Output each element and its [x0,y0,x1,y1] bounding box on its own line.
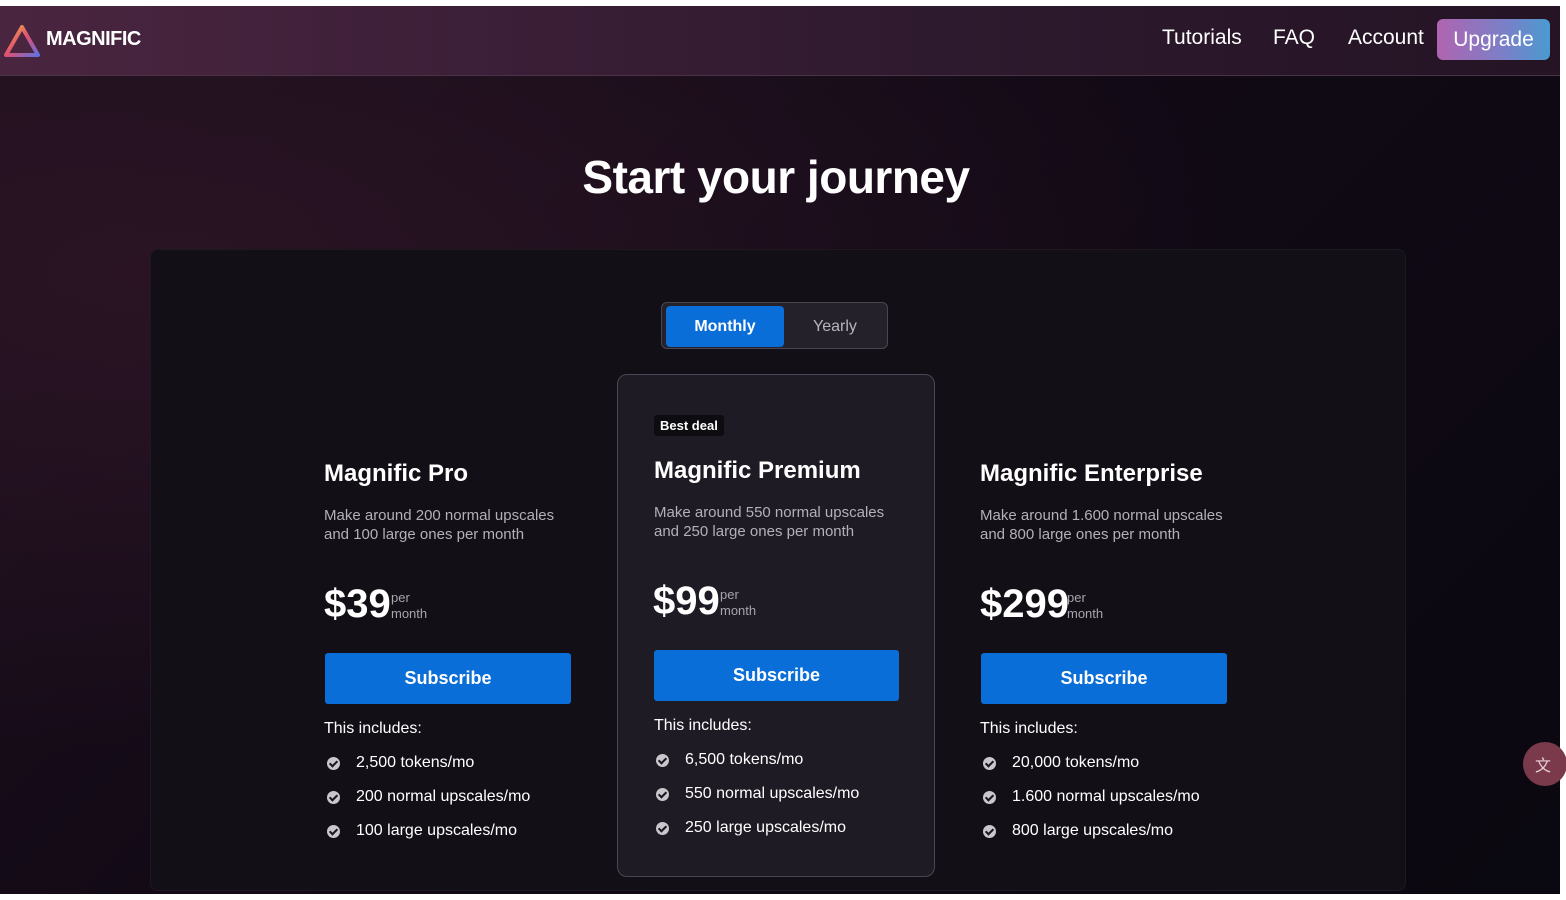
plan-description: Make around 200 normal upscales and 100 … [324,507,555,543]
check-circle-icon [656,787,669,801]
feature-item: 6,500 tokens/mo [656,751,803,769]
plan-description: Make around 1.600 normal upscales and 80… [980,507,1223,543]
check-circle-icon [656,753,669,767]
feature-item: 20,000 tokens/mo [983,754,1139,772]
plan-name: Magnific Enterprise [980,460,1203,487]
feature-item: 550 normal upscales/mo [656,785,859,803]
feature-text: 200 normal upscales/mo [356,788,531,805]
check-circle-icon [983,790,996,804]
feature-item: 1.600 normal upscales/mo [983,788,1200,806]
plan-price: $299 [980,582,1069,626]
nav-link-account[interactable]: Account [1348,26,1424,50]
feature-text: 1.600 normal upscales/mo [1012,788,1200,805]
plan-description: Make around 550 normal upscales and 250 … [654,504,885,540]
subscribe-button-pro[interactable]: Subscribe [325,653,571,704]
plan-card-premium: Best deal Magnific Premium Make around 5… [617,374,935,877]
toggle-option-monthly[interactable]: Monthly [666,306,784,347]
price-period-per: per [391,590,410,605]
feature-text: 20,000 tokens/mo [1012,754,1140,771]
check-circle-icon [983,824,996,838]
price-period-per: per [1067,590,1086,605]
feature-text: 800 large upscales/mo [1012,822,1173,839]
top-navbar: MAGNIFIC Tutorials FAQ Account Upgrade [0,6,1560,76]
plan-name: Magnific Premium [654,457,861,484]
magnific-logo-icon[interactable] [4,25,40,57]
feature-text: 2,500 tokens/mo [356,754,475,771]
check-circle-icon [983,756,996,770]
check-circle-icon [656,821,669,835]
subscribe-button-enterprise[interactable]: Subscribe [981,653,1227,704]
plan-price: $39 [324,582,391,626]
upgrade-button[interactable]: Upgrade [1437,19,1550,60]
feature-item: 800 large upscales/mo [983,822,1173,840]
includes-label: This includes: [324,720,422,737]
billing-period-toggle: Monthly Yearly [661,302,888,349]
feature-text: 100 large upscales/mo [356,822,517,839]
plan-price: $99 [653,579,720,623]
feature-text: 550 normal upscales/mo [685,785,860,802]
check-circle-icon [327,756,340,770]
feature-item: 250 large upscales/mo [656,819,846,837]
plan-card-pro: Magnific Pro Make around 200 normal upsc… [324,456,584,846]
plan-card-enterprise: Magnific Enterprise Make around 1.600 no… [980,456,1240,846]
price-period-per: per [720,587,739,602]
includes-label: This includes: [980,720,1078,737]
feature-text: 250 large upscales/mo [685,819,846,836]
feature-item: 2,500 tokens/mo [327,754,474,772]
includes-label: This includes: [654,717,752,734]
page-title: Start your journey [582,151,970,203]
feature-item: 200 normal upscales/mo [327,788,530,806]
toggle-option-yearly[interactable]: Yearly [786,306,884,347]
feature-item: 100 large upscales/mo [327,822,517,840]
price-period-month: month [391,606,428,621]
price-period-month: month [1067,606,1104,621]
pricing-page: MAGNIFIC Tutorials FAQ Account Upgrade S… [0,6,1560,894]
check-circle-icon [327,790,340,804]
nav-link-tutorials[interactable]: Tutorials [1162,26,1242,50]
subscribe-button-premium[interactable]: Subscribe [654,650,899,701]
best-deal-badge: Best deal [654,415,724,436]
check-circle-icon [327,824,340,838]
price-period-month: month [720,603,757,618]
nav-link-faq[interactable]: FAQ [1273,26,1315,50]
translate-icon[interactable]: 文 [1523,742,1566,786]
feature-text: 6,500 tokens/mo [685,751,804,768]
brand-name[interactable]: MAGNIFIC [46,28,141,51]
plan-name: Magnific Pro [324,460,469,487]
